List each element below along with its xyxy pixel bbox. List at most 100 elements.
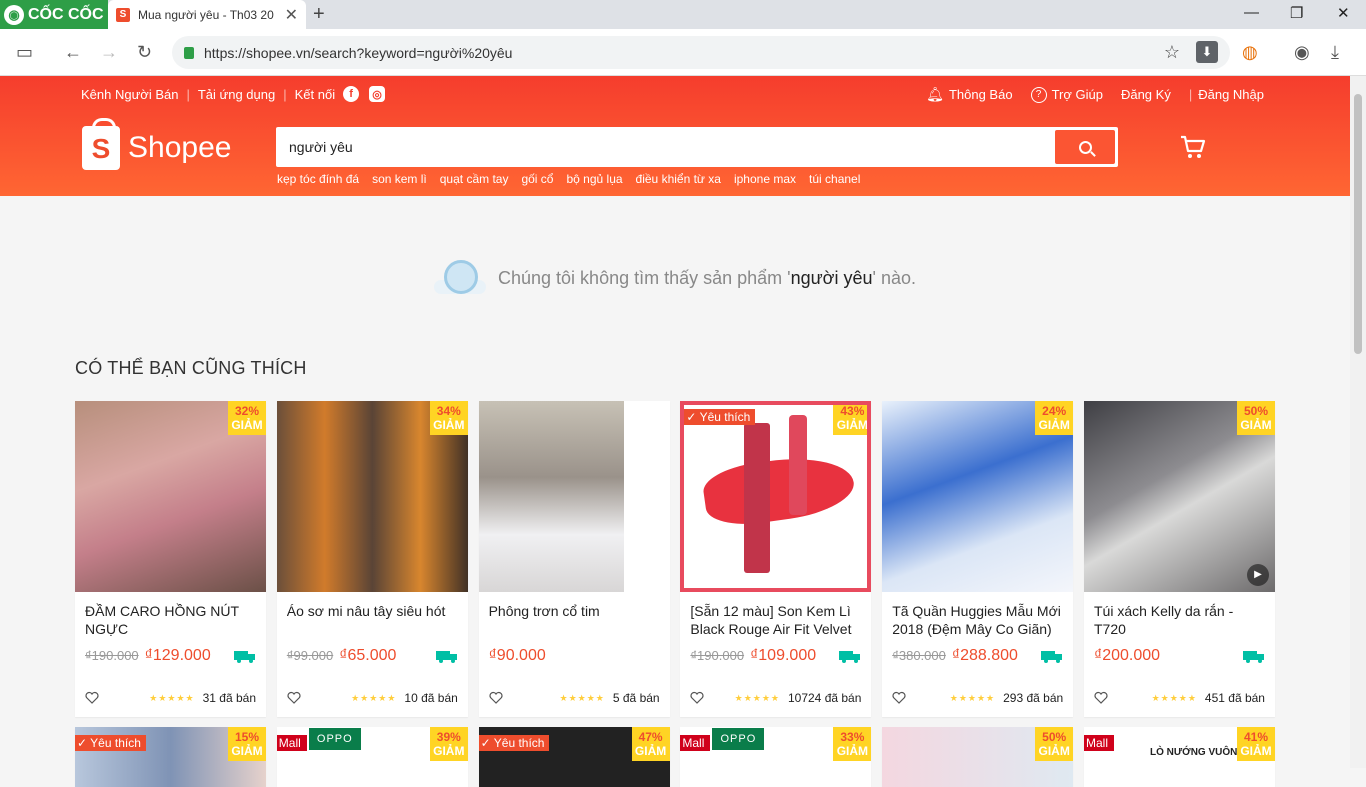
sale-price: ₫90.000 <box>488 647 546 664</box>
product-image: 43% GIẢM ✓ Yêu thích <box>680 401 872 592</box>
shopee-logo[interactable]: S Shopee <box>82 118 231 170</box>
free-ship-icon <box>839 651 861 663</box>
download-arrow-icon[interactable]: ⬇ <box>1196 41 1218 63</box>
product-card[interactable]: OPPO Mall 33% GIẢM <box>680 727 872 787</box>
browser-tabbar: ◉ CỐC CỐC S Mua người yêu - Th03 20 ✕ + … <box>0 0 1366 29</box>
browser-tab-active[interactable]: S Mua người yêu - Th03 20 ✕ <box>108 0 306 29</box>
product-card[interactable]: 32% GIẢM ĐẦM CARO HỒNG NÚT NGỰC ₫190.000 ₫… <box>75 401 266 717</box>
instagram-icon[interactable]: ◎ <box>369 86 386 102</box>
product-card[interactable]: 24% GIẢM Tã Quần Huggies Mẫu Mới 2018 (Đệ… <box>882 401 1074 717</box>
heart-icon[interactable] <box>1094 691 1108 705</box>
discount-badge: 50% GIẢM <box>1236 401 1275 435</box>
mall-tag: Mall <box>680 735 711 751</box>
discount-badge: 41% GIẢM <box>1236 727 1275 761</box>
product-image: 50% GIẢM ▶ <box>1083 401 1275 592</box>
hotword-link[interactable]: gối cổ <box>521 172 553 186</box>
hotword-link[interactable]: bộ ngủ lụa <box>566 172 622 186</box>
browser-toolbar: ▭ ← → ↻ https://shopee.vn/search?keyword… <box>0 29 1366 76</box>
nav-divider: | <box>1188 87 1193 102</box>
product-image: 24% GIẢM <box>882 401 1074 592</box>
hotword-link[interactable]: son kem lì <box>372 172 427 186</box>
product-card[interactable]: 50% GIẢM ▶ Túi xách Kelly da rắn - T720 ₫… <box>1083 401 1275 717</box>
heart-icon[interactable] <box>489 691 503 705</box>
product-image: 34% GIẢM <box>276 401 468 592</box>
minimize-icon[interactable]: — <box>1244 4 1259 21</box>
rating-stars-icon: ★★★★★ <box>149 692 195 703</box>
extension-icon[interactable]: ◍ <box>1242 41 1258 63</box>
help-icon: ? <box>1030 86 1047 103</box>
search-input[interactable] <box>279 130 1055 164</box>
cart-icon[interactable] <box>1180 135 1206 159</box>
free-ship-icon <box>1041 651 1063 663</box>
search-button[interactable] <box>1055 130 1115 164</box>
discount-badge: 24% GIẢM <box>1035 401 1074 435</box>
product-card[interactable]: 43% GIẢM ✓ Yêu thích [Sẵn 12 màu] Son Kem… <box>680 401 872 717</box>
discount-badge: 50% GIẢM <box>1035 727 1074 761</box>
free-ship-icon <box>435 651 457 663</box>
product-card[interactable]: 50% GIẢM <box>882 727 1074 787</box>
nav-divider: | <box>186 86 190 102</box>
help-label: Trợ Giúp <box>1051 87 1103 102</box>
downloads-icon[interactable]: ⤓ <box>1331 41 1339 63</box>
hotword-link[interactable]: kẹp tóc đính đá <box>277 172 359 186</box>
register-link[interactable]: Đăng Ký <box>1121 87 1171 102</box>
product-card[interactable]: Mall LÒ NƯỚNG VUÔNG 41% GIẢM <box>1083 727 1275 787</box>
back-icon[interactable]: ← <box>64 41 82 63</box>
restore-icon[interactable]: ❐ <box>1290 4 1303 22</box>
product-card[interactable]: OPPO Mall 39% GIẢM <box>276 727 468 787</box>
search-bar <box>276 127 1118 167</box>
close-window-icon[interactable]: ✕ <box>1337 4 1350 22</box>
reload-icon[interactable]: ↻ <box>137 41 152 63</box>
heart-icon[interactable] <box>287 691 301 705</box>
discount-badge: 32% GIẢM <box>228 401 266 435</box>
hotword-link[interactable]: túi chanel <box>809 172 860 186</box>
product-card[interactable]: ✓ Yêu thích 47% GIẢM <box>478 727 670 787</box>
profile-icon[interactable]: ◉ <box>1294 41 1310 63</box>
facebook-icon[interactable]: f <box>343 86 360 102</box>
help-link[interactable]: ? Trợ Giúp <box>1030 86 1103 103</box>
video-icon: ▶ <box>1246 564 1269 586</box>
product-image: 50% GIẢM <box>882 727 1074 787</box>
page-scrollbar[interactable] <box>1350 76 1366 768</box>
product-name: ĐẦM CARO HỒNG NÚT NGỰC <box>85 603 239 637</box>
heart-icon[interactable] <box>892 691 906 705</box>
empty-search-icon <box>434 256 486 300</box>
oppo-logo: OPPO <box>712 728 765 750</box>
sale-price: ₫109.000 <box>750 647 817 664</box>
hotword-link[interactable]: quạt cầm tay <box>440 172 509 186</box>
product-image: OPPO Mall 39% GIẢM <box>276 727 468 787</box>
heart-icon[interactable] <box>85 691 99 705</box>
product-card[interactable]: Phông trơn cổ tim ₫90.000 ★★★★★ 5 đã bán <box>478 401 670 717</box>
sale-price: ₫288.800 <box>951 647 1018 664</box>
lock-icon <box>184 46 194 59</box>
heart-icon[interactable] <box>690 691 704 705</box>
scrollbar-thumb[interactable] <box>1354 94 1362 354</box>
browser-brand[interactable]: ◉ CỐC CỐC <box>0 0 108 29</box>
product-image: ✓ Yêu thích 15% GIẢM <box>75 727 266 787</box>
sale-price: ₫65.000 <box>339 647 397 664</box>
seller-channel-link[interactable]: Kênh Người Bán <box>81 87 178 102</box>
sidebar-toggle-icon[interactable]: ▭ <box>16 41 33 63</box>
product-name: [Sẵn 12 màu] Son Kem Lì Black Rouge Air … <box>690 603 852 637</box>
empty-result-message: Chúng tôi không tìm thấy sản phẩm 'người… <box>434 256 916 300</box>
shopee-header: Kênh Người Bán | Tải ứng dụng | Kết nối … <box>0 76 1350 196</box>
empty-result-keyword: người yêu <box>790 267 873 288</box>
login-link[interactable]: Đăng Nhập <box>1198 87 1264 102</box>
bookmark-star-icon[interactable]: ☆ <box>1164 42 1180 63</box>
discount-badge: 47% GIẢM <box>631 727 670 761</box>
empty-result-text: Chúng tôi không tìm thấy sản phẩm 'người… <box>498 267 916 288</box>
forward-icon[interactable]: → <box>100 41 118 63</box>
hotword-link[interactable]: điều khiển từ xa <box>636 172 721 186</box>
hotword-link[interactable]: iphone max <box>734 172 796 186</box>
download-app-link[interactable]: Tải ứng dụng <box>198 87 275 102</box>
address-bar[interactable]: https://shopee.vn/search?keyword=người%2… <box>172 36 1230 69</box>
notifications-link[interactable]: 🔔︎ Thông Báo <box>926 86 1012 103</box>
product-card[interactable]: 34% GIẢM Áo sơ mi nâu tây siêu hót ₫99.00… <box>276 401 468 717</box>
bell-icon: 🔔︎ <box>926 86 944 102</box>
original-price: ₫380.000 <box>892 648 946 663</box>
tab-close-icon[interactable]: ✕ <box>285 5 298 25</box>
sold-count: 293 đã bán <box>1003 691 1064 705</box>
new-tab-icon[interactable]: + <box>313 3 325 26</box>
product-card[interactable]: ✓ Yêu thích 15% GIẢM <box>75 727 266 787</box>
rating-stars-icon: ★★★★★ <box>734 692 780 703</box>
